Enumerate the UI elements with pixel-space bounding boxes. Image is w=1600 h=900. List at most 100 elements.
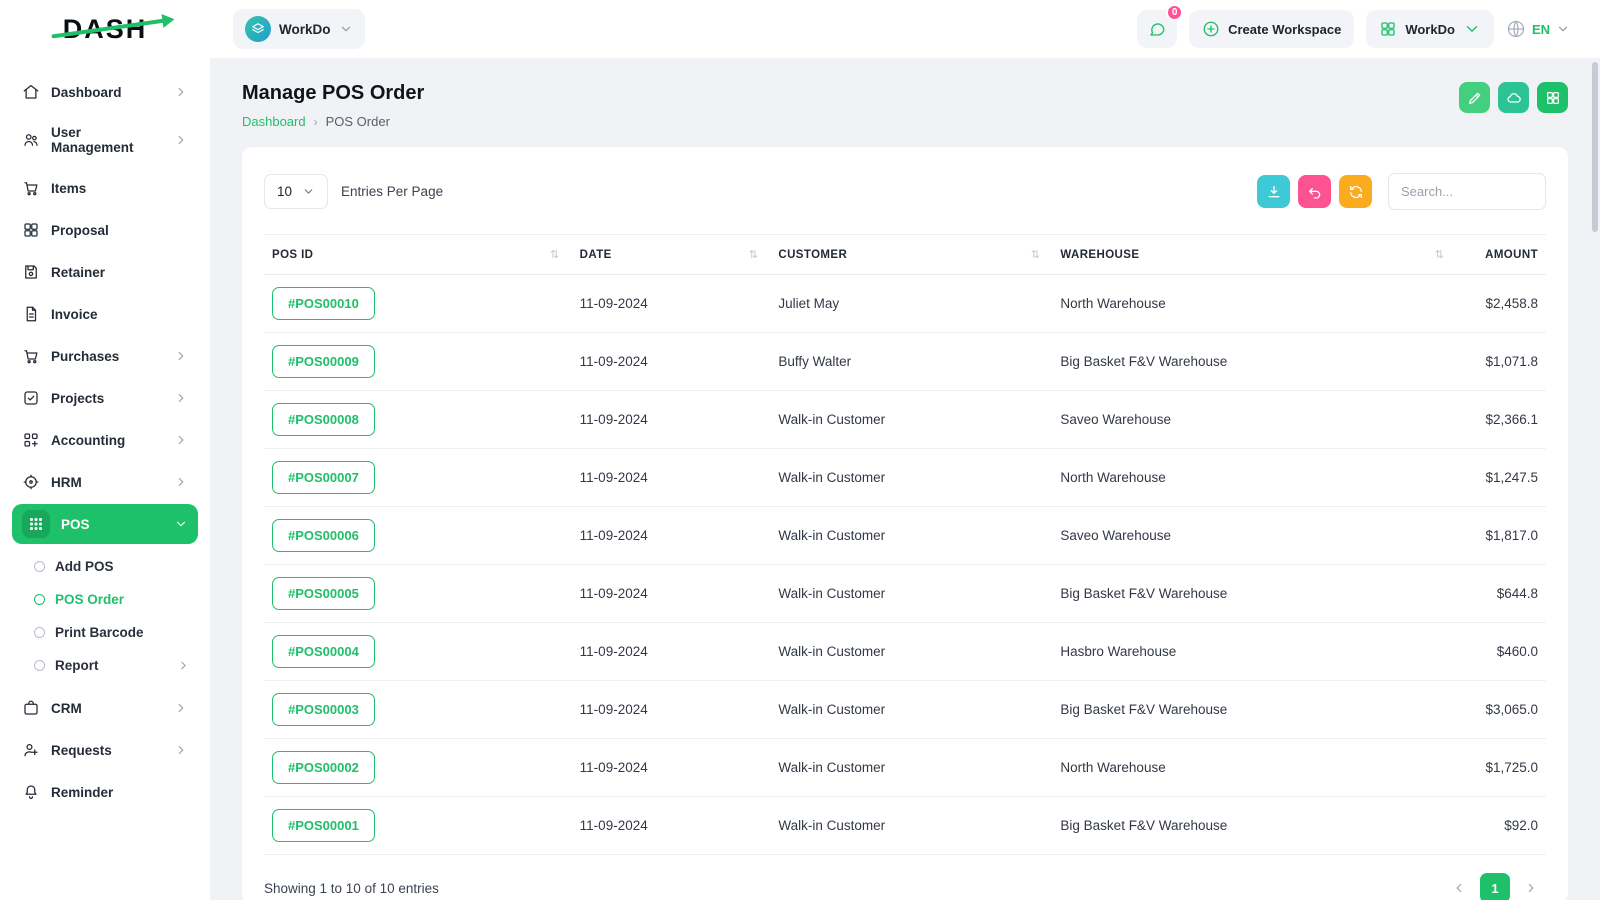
bullet-icon [34, 660, 45, 671]
sidebar-item-hrm[interactable]: HRM [12, 462, 198, 502]
chevron-right-icon [174, 743, 188, 757]
order-date: 11-09-2024 [571, 738, 771, 797]
scrollbar-thumb[interactable] [1592, 62, 1598, 232]
warehouse-name: Big Basket F&V Warehouse [1052, 564, 1457, 623]
export-button[interactable] [1257, 175, 1290, 208]
document-icon [22, 305, 40, 323]
submenu-item-pos-order[interactable]: POS Order [26, 583, 198, 616]
grid-icon [1381, 22, 1396, 36]
prev-page-button[interactable] [1444, 873, 1474, 900]
workspace-selector[interactable]: WorkDo [233, 9, 365, 49]
column-header-warehouse[interactable]: WAREHOUSE ⇅ [1052, 234, 1457, 275]
table-row: #POS00005 11-09-2024 Walk-in Customer Bi… [264, 564, 1546, 623]
pos-id-button[interactable]: #POS00004 [272, 635, 375, 668]
warehouse-name: North Warehouse [1052, 448, 1457, 507]
entries-per-page-select[interactable]: 10 [264, 174, 329, 209]
chevron-down-icon [1558, 26, 1568, 32]
column-header-customer[interactable]: CUSTOMER ⇅ [770, 234, 1053, 275]
workdo-apps-dropdown[interactable]: WorkDo [1366, 10, 1494, 48]
order-amount: $644.8 [1456, 564, 1546, 623]
undo-button[interactable] [1298, 175, 1331, 208]
sidebar-item-reminder[interactable]: Reminder [12, 772, 198, 812]
pos-order-table: POS ID ⇅ DATE ⇅ CUSTOMER ⇅ WAREHOUSE ⇅ AMOUN… [264, 234, 1546, 855]
column-header-date[interactable]: DATE ⇅ [571, 234, 771, 275]
checkbox-icon [22, 389, 40, 407]
sidebar-item-pos[interactable]: POS [12, 504, 198, 544]
customer-name: Walk-in Customer [770, 506, 1053, 565]
submenu-item-print-barcode[interactable]: Print Barcode [26, 616, 198, 649]
messages-button[interactable]: 0 [1137, 4, 1184, 48]
workspace-name: WorkDo [279, 21, 331, 37]
sidebar-item-crm[interactable]: CRM [12, 688, 198, 728]
language-selector[interactable]: EN [1506, 19, 1570, 39]
pos-id-button[interactable]: #POS00001 [272, 809, 375, 842]
sidebar-item-retainer[interactable]: Retainer [12, 252, 198, 292]
pos-id-button[interactable]: #POS00008 [272, 403, 375, 436]
chevron-down-icon [341, 26, 350, 32]
chevron-right-icon [174, 391, 188, 405]
pos-id-button[interactable]: #POS00010 [272, 287, 375, 320]
breadcrumb-dashboard-link[interactable]: Dashboard [242, 114, 306, 129]
refresh-button[interactable] [1339, 175, 1372, 208]
warehouse-name: North Warehouse [1052, 274, 1457, 333]
breadcrumb-separator: › [313, 114, 318, 129]
sort-icon[interactable]: ⇅ [1435, 248, 1449, 261]
cloud-button[interactable] [1498, 82, 1529, 113]
column-header-amount[interactable]: AMOUNT [1456, 234, 1546, 275]
sidebar-item-accounting[interactable]: Accounting [12, 420, 198, 460]
pos-id-button[interactable]: #POS00003 [272, 693, 375, 726]
order-date: 11-09-2024 [571, 622, 771, 681]
pos-id-button[interactable]: #POS00006 [272, 519, 375, 552]
chevron-left-icon [1456, 883, 1462, 893]
order-date: 11-09-2024 [571, 332, 771, 391]
sidebar-item-purchases[interactable]: Purchases [12, 336, 198, 376]
sidebar-item-proposal[interactable]: Proposal [12, 210, 198, 250]
order-amount: $1,725.0 [1456, 738, 1546, 797]
entries-per-page-label: Entries Per Page [341, 184, 444, 199]
home-icon [22, 83, 40, 101]
warehouse-name: Hasbro Warehouse [1052, 622, 1457, 681]
column-header-pos-id[interactable]: POS ID ⇅ [264, 234, 572, 275]
submenu-item-add-pos[interactable]: Add POS [26, 550, 198, 583]
sidebar-item-items[interactable]: Items [12, 168, 198, 208]
sort-icon[interactable]: ⇅ [749, 248, 763, 261]
sidebar-item-projects[interactable]: Projects [12, 378, 198, 418]
sort-icon[interactable]: ⇅ [550, 248, 564, 261]
warehouse-name: Big Basket F&V Warehouse [1052, 332, 1457, 391]
entries-per-page-value: 10 [277, 184, 293, 199]
users-icon [22, 131, 40, 149]
sidebar-item-invoice[interactable]: Invoice [12, 294, 198, 334]
showing-entries-text: Showing 1 to 10 of 10 entries [264, 880, 439, 896]
page-number-button[interactable]: 1 [1480, 873, 1510, 900]
sidebar-item-dashboard[interactable]: Dashboard [12, 72, 198, 112]
create-workspace-button[interactable]: Create Workspace [1189, 10, 1355, 48]
pos-id-button[interactable]: #POS00002 [272, 751, 375, 784]
pos-id-button[interactable]: #POS00009 [272, 345, 375, 378]
order-amount: $92.0 [1456, 796, 1546, 855]
sidebar-item-user-management[interactable]: User Management [12, 114, 198, 166]
order-date: 11-09-2024 [571, 274, 771, 333]
search-input[interactable] [1388, 173, 1546, 210]
order-amount: $1,247.5 [1456, 448, 1546, 507]
circle-plus-icon [1203, 21, 1219, 37]
grid-view-button[interactable] [1537, 82, 1568, 113]
chevron-right-icon [174, 133, 188, 147]
undo-icon [1308, 187, 1320, 199]
create-workspace-label: Create Workspace [1228, 21, 1342, 37]
sort-icon[interactable]: ⇅ [1031, 248, 1045, 261]
edit-button[interactable] [1459, 82, 1490, 113]
bullet-icon [34, 561, 45, 572]
sidebar-item-requests[interactable]: Requests [12, 730, 198, 770]
brand-logo[interactable]: DASH [0, 14, 210, 45]
next-page-button[interactable] [1516, 873, 1546, 900]
warehouse-name: Big Basket F&V Warehouse [1052, 680, 1457, 739]
chevron-right-icon [174, 433, 188, 447]
customer-name: Buffy Walter [770, 332, 1053, 391]
grid-icon [1546, 91, 1559, 104]
top-bar: DASH WorkDo 0 Create Workspace WorkDo EN [0, 0, 1600, 58]
table-row: #POS00006 11-09-2024 Walk-in Customer Sa… [264, 506, 1546, 565]
submenu-item-report[interactable]: Report [26, 649, 198, 682]
page-title: Manage POS Order [242, 82, 425, 104]
pos-id-button[interactable]: #POS00007 [272, 461, 375, 494]
pos-id-button[interactable]: #POS00005 [272, 577, 375, 610]
